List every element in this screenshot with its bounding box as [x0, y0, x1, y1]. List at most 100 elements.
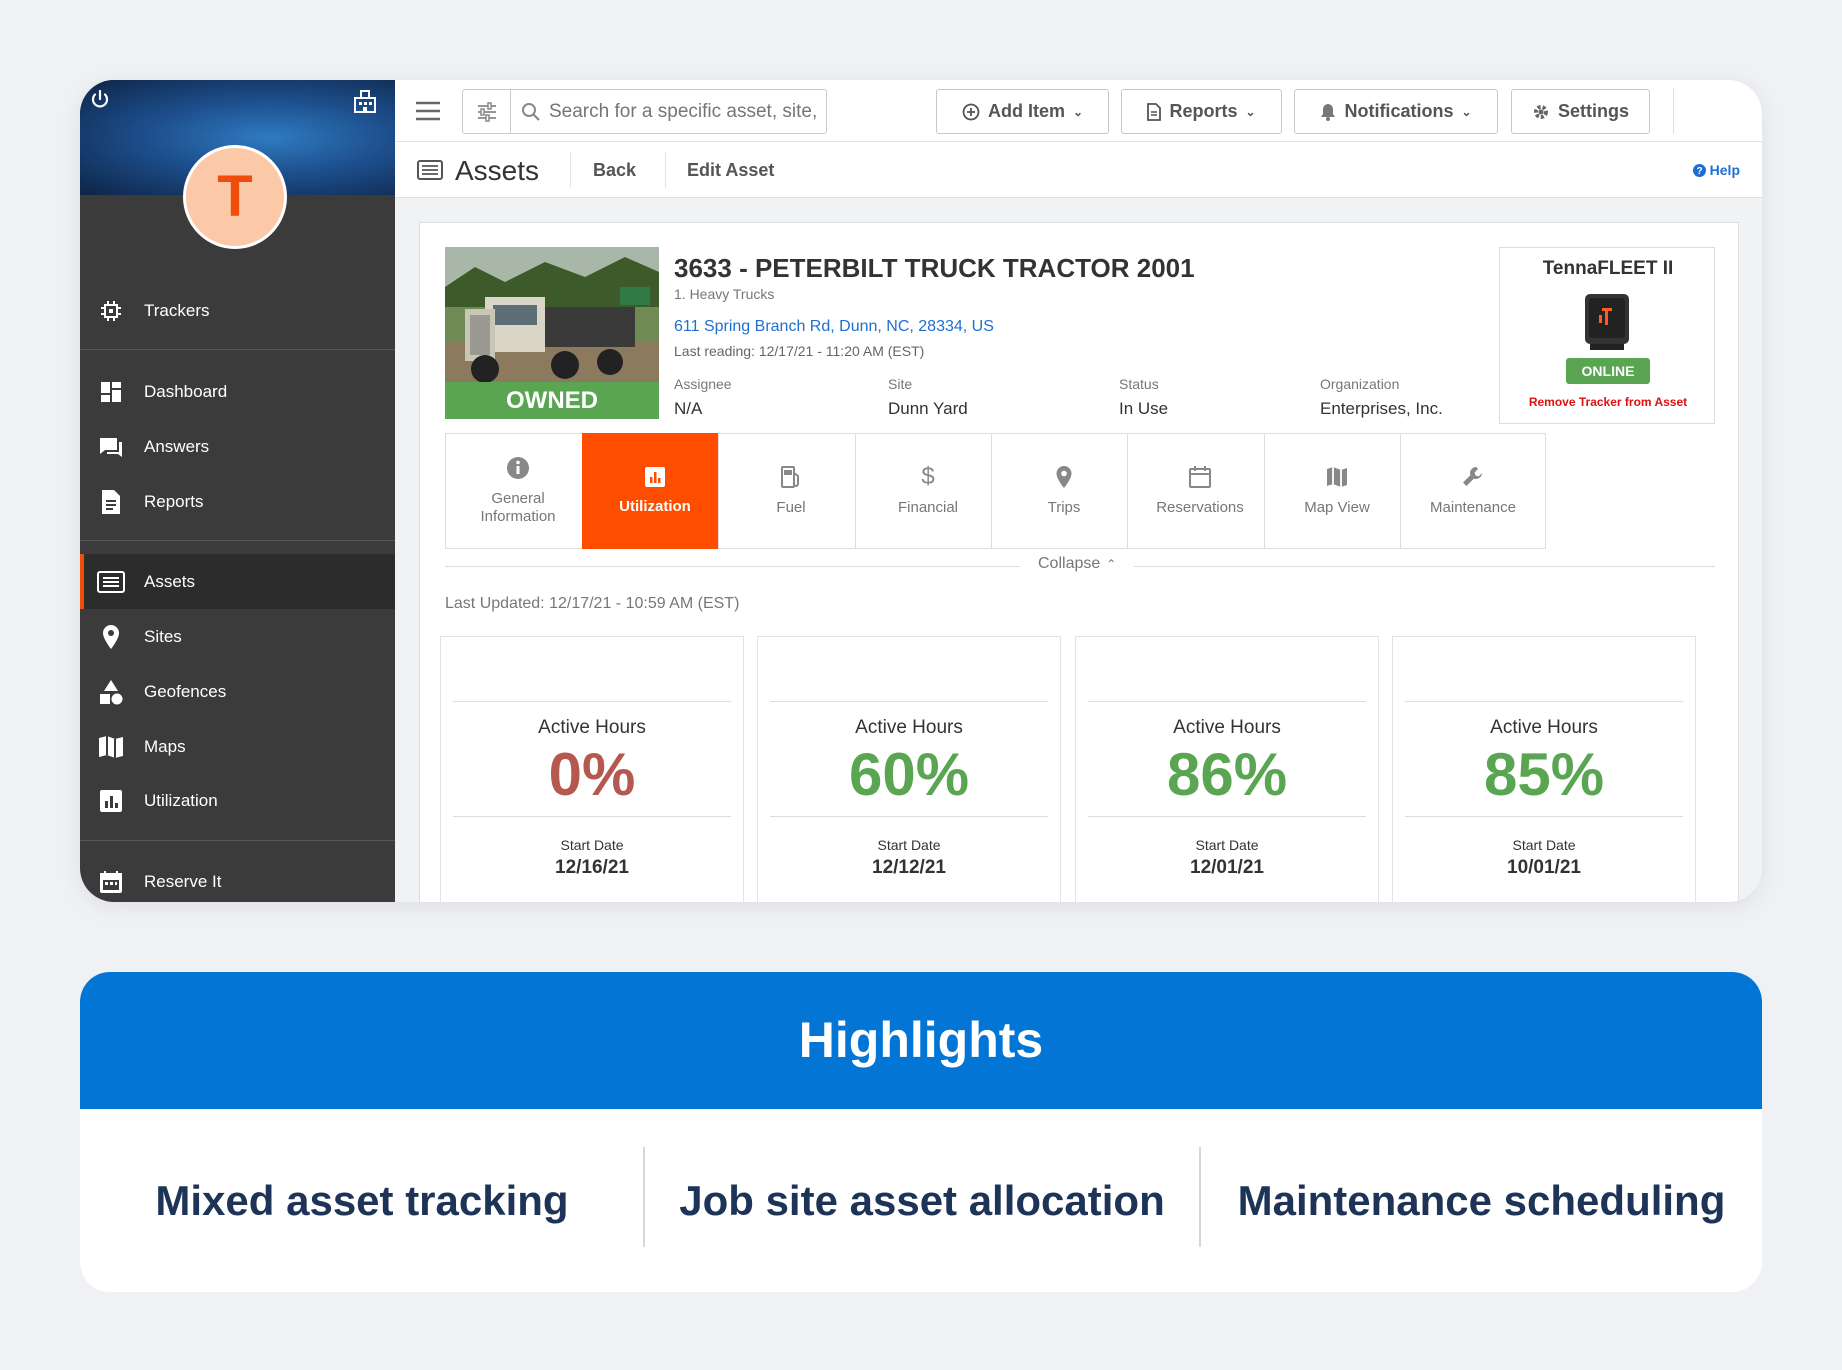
- highlight-item: Mixed asset tracking: [155, 1176, 569, 1224]
- sidebar-item-label: Dashboard: [144, 381, 228, 401]
- search-input[interactable]: [549, 100, 819, 123]
- start-date-label: Start Date: [560, 837, 624, 853]
- sliders-icon: [477, 101, 496, 122]
- tab-maintenance[interactable]: Maintenance: [1400, 433, 1546, 549]
- sidebar-item-maps[interactable]: Maps: [80, 719, 395, 774]
- start-date-value: 12/12/21: [872, 857, 946, 878]
- content-area: OWNED 3633 - PETERBILT TRUCK TRACTOR 200…: [395, 198, 1762, 902]
- svg-text:?: ?: [1696, 166, 1702, 177]
- tracker-status-badge: ONLINE: [1566, 358, 1650, 384]
- remove-tracker-link[interactable]: Remove Tracker from Asset: [1500, 395, 1716, 409]
- sidebar-item-assets[interactable]: Assets: [80, 554, 395, 609]
- sidebar-item-label: Reserve It: [144, 871, 222, 891]
- app-window: T Trackers Dashboard Answers Reports Ass…: [80, 80, 1762, 902]
- sidebar-item-label: Maps: [144, 736, 186, 756]
- tab-trips[interactable]: Trips: [991, 433, 1137, 549]
- chevron-down-icon: ⌄: [1461, 104, 1472, 119]
- plus-circle-icon: [962, 103, 980, 120]
- tab-financial[interactable]: $ Financial: [855, 433, 1001, 549]
- tab-label: General Information: [480, 490, 556, 525]
- stat-label: Active Hours: [855, 717, 963, 738]
- page-header: Assets Back Edit Asset ? Help: [395, 142, 1762, 198]
- back-button[interactable]: Back: [593, 160, 636, 181]
- list-icon: [96, 567, 126, 597]
- building-icon[interactable]: [352, 88, 378, 114]
- info-icon: [507, 457, 529, 479]
- help-link[interactable]: ? Help: [1692, 162, 1740, 178]
- stat-card: Active Hours 60% Start Date 12/12/21: [757, 636, 1061, 902]
- stat-divider: [453, 701, 731, 702]
- chip-icon: [96, 296, 126, 326]
- chevron-up-icon: ⌃: [1106, 557, 1117, 571]
- avatar[interactable]: T: [183, 145, 287, 249]
- notifications-button[interactable]: Notifications ⌄: [1294, 89, 1498, 134]
- filter-button[interactable]: [462, 89, 510, 134]
- help-label: Help: [1709, 162, 1740, 178]
- asset-photo: OWNED: [445, 247, 659, 419]
- sidebar-item-label: Assets: [144, 571, 196, 591]
- reports-button[interactable]: Reports ⌄: [1121, 89, 1282, 134]
- gear-icon: [1533, 104, 1548, 119]
- stat-card: Active Hours 86% Start Date 12/01/21: [1075, 636, 1379, 902]
- search-icon: [522, 102, 540, 121]
- tab-label: Trips: [1047, 499, 1081, 516]
- tracker-panel: TennaFLEET II ONLINE Remove Tracker from…: [1499, 247, 1715, 424]
- collapse-toggle[interactable]: Collapse ⌃: [1020, 555, 1135, 573]
- sidebar-item-dashboard[interactable]: Dashboard: [80, 364, 395, 419]
- sidebar-item-reports[interactable]: Reports: [80, 474, 395, 529]
- tab-general-information[interactable]: General Information: [445, 433, 591, 549]
- wrench-icon: [1463, 467, 1482, 486]
- document-icon: [1147, 102, 1162, 121]
- sidebar-item-label: Trackers: [144, 300, 210, 320]
- status-label: Status: [1119, 376, 1159, 392]
- hamburger-menu-icon[interactable]: [415, 100, 441, 122]
- highlight-item: Maintenance scheduling: [1237, 1176, 1726, 1224]
- tab-label: Maintenance: [1430, 499, 1516, 516]
- ownership-badge: OWNED: [445, 382, 659, 419]
- sidebar-item-geofences[interactable]: Geofences: [80, 664, 395, 719]
- settings-button[interactable]: Settings: [1511, 89, 1650, 134]
- stat-label: Active Hours: [1490, 717, 1598, 738]
- chevron-down-icon: ⌄: [1245, 104, 1256, 119]
- sidebar-item-sites[interactable]: Sites: [80, 609, 395, 664]
- stat-card: Active Hours 0% Start Date 12/16/21: [440, 636, 744, 902]
- start-date-value: 10/01/21: [1507, 857, 1581, 878]
- asset-address-link[interactable]: 611 Spring Branch Rd, Dunn, NC, 28334, U…: [674, 318, 994, 336]
- stat-value: 0%: [548, 741, 636, 808]
- stat-divider: [1405, 816, 1683, 817]
- tab-label: Map View: [1304, 499, 1370, 516]
- start-date-label: Start Date: [1512, 837, 1576, 853]
- bar-chart-icon: [645, 467, 665, 487]
- sidebar-item-utilization[interactable]: Utilization: [80, 773, 395, 828]
- tab-fuel[interactable]: Fuel: [718, 433, 864, 549]
- bell-icon: [1321, 103, 1336, 121]
- tab-label: Utilization: [619, 498, 691, 515]
- last-updated: Last Updated: 12/17/21 - 10:59 AM (EST): [445, 595, 740, 612]
- pin-icon: [96, 622, 126, 652]
- sidebar-item-reserve-it[interactable]: Reserve It: [80, 854, 395, 902]
- tab-reservations[interactable]: Reservations: [1127, 433, 1273, 549]
- header-divider: [570, 152, 571, 188]
- sidebar-item-trackers[interactable]: Trackers: [80, 283, 395, 338]
- sidebar-item-answers[interactable]: Answers: [80, 419, 395, 474]
- highlight-item: Job site asset allocation: [679, 1176, 1165, 1224]
- stat-value: 60%: [848, 741, 970, 808]
- add-item-button[interactable]: Add Item ⌄: [936, 89, 1109, 134]
- shapes-icon: [96, 677, 126, 707]
- notifications-label: Notifications: [1344, 101, 1454, 121]
- tab-map-view[interactable]: Map View: [1264, 433, 1410, 549]
- top-toolbar: Add Item ⌄ Reports ⌄ Notifications ⌄ Set…: [395, 80, 1762, 142]
- power-icon[interactable]: [88, 88, 112, 112]
- tab-utilization[interactable]: Utilization: [582, 433, 728, 549]
- edit-asset-button[interactable]: Edit Asset: [687, 160, 774, 181]
- sidebar-item-label: Geofences: [144, 681, 227, 701]
- highlights-panel: Highlights Mixed asset tracking Job site…: [80, 972, 1762, 1292]
- dollar-icon: $: [921, 463, 935, 490]
- stat-label: Active Hours: [1173, 717, 1281, 738]
- start-date-value: 12/01/21: [1190, 857, 1264, 878]
- page-title: Assets: [455, 155, 540, 186]
- calendar-icon: [96, 867, 126, 897]
- calendar-icon: [1189, 466, 1211, 488]
- highlights-title: Highlights: [80, 972, 1762, 1109]
- stat-divider: [1088, 701, 1366, 702]
